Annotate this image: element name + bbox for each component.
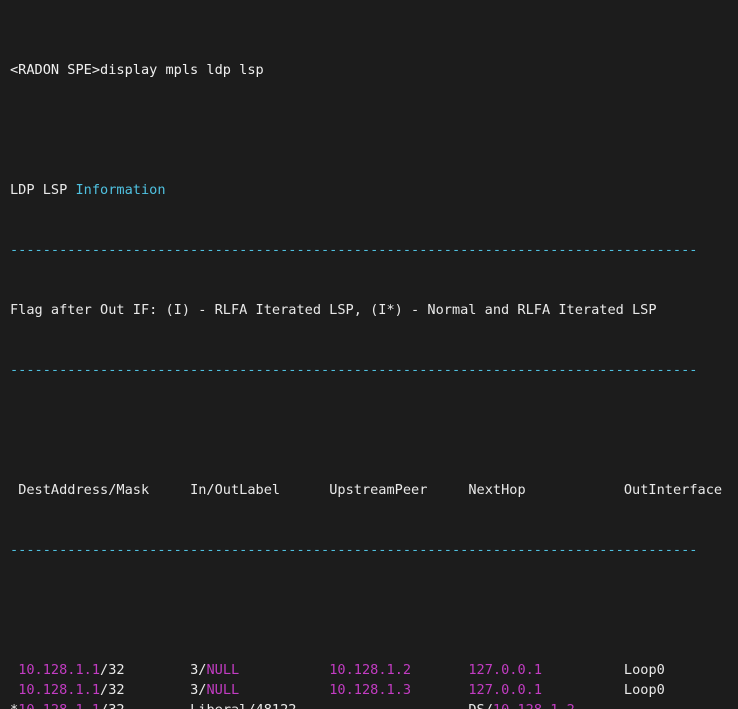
next-hop-address: 127.0.0.1 [468,662,543,678]
prompt-text: <RADON SPE>display mpls ldp lsp [10,62,264,78]
column-header-upstream-peer: UpstreamPeer [329,482,428,498]
next-hop-address: 127.0.0.1 [468,682,543,698]
out-interface: Loop0 [623,682,665,698]
column-header-in-out-label: In/OutLabel [190,482,281,498]
in-out-label-part-a: 3/ [190,662,207,678]
in-out-label-part-b: NULL [206,662,240,678]
separator-top: ----------------------------------------… [0,240,738,260]
out-interface: Loop0 [623,662,665,678]
column-header-dest-address-mask: DestAddress/Mask [18,482,150,498]
separator-dashes: ----------------------------------------… [10,242,698,258]
dest-address: 10.128.1.1 [18,702,100,709]
column-header-out-interface: OutInterface [623,482,723,498]
in-out-label-part-b: NULL [206,682,240,698]
upstream-peer-address: 10.128.1.2 [329,662,412,678]
dest-address: 10.128.1.1 [18,682,101,698]
in-out-label-part-a: Liberal/48122 [190,702,296,709]
dest-mask: /32 [100,662,125,678]
dest-mask: /32 [100,682,125,698]
separator-dashes: ----------------------------------------… [10,542,698,558]
report-title: LDP LSP Information [0,180,738,200]
prompt-line: <RADON SPE>display mpls ldp lsp [0,60,738,80]
report-title-prefix: LDP LSP [10,182,76,198]
dest-mask: /32 [100,702,125,709]
flag-note: Flag after Out IF: (I) - RLFA Iterated L… [0,300,738,320]
terminal-output-pane[interactable]: <RADON SPE>display mpls ldp lsp LDP LSP … [0,0,738,709]
lsp-status-asterisk [10,662,18,678]
report-title-highlight: Information [75,182,166,198]
flag-note-text: Flag after Out IF: (I) - RLFA Iterated L… [10,302,657,318]
upstream-peer-address: 10.128.1.3 [329,682,412,698]
table-header-row: DestAddress/Mask In/OutLabel UpstreamPee… [0,480,738,500]
dest-address: 10.128.1.1 [18,662,101,678]
separator-dashes: ----------------------------------------… [10,362,698,378]
next-hop-prefix: DS/ [468,702,493,709]
separator-under-flag: ----------------------------------------… [0,360,738,380]
in-out-label-part-a: 3/ [190,682,207,698]
table-row: 10.128.1.1/32 3/NULL 10.128.1.3 127.0.0.… [0,680,738,700]
next-hop-address: 10.128.1.2 [493,702,575,709]
separator-under-header: ----------------------------------------… [0,540,738,560]
column-header-next-hop: NextHop [468,482,526,498]
table-row: *10.128.1.1/32 Liberal/48122 DS/10.128.1… [0,700,738,709]
lsp-status-asterisk [10,682,18,698]
lsp-status-asterisk: * [10,702,18,709]
table-row: 10.128.1.1/32 3/NULL 10.128.1.2 127.0.0.… [0,660,738,680]
lsp-table-body: 10.128.1.1/32 3/NULL 10.128.1.2 127.0.0.… [0,660,738,709]
